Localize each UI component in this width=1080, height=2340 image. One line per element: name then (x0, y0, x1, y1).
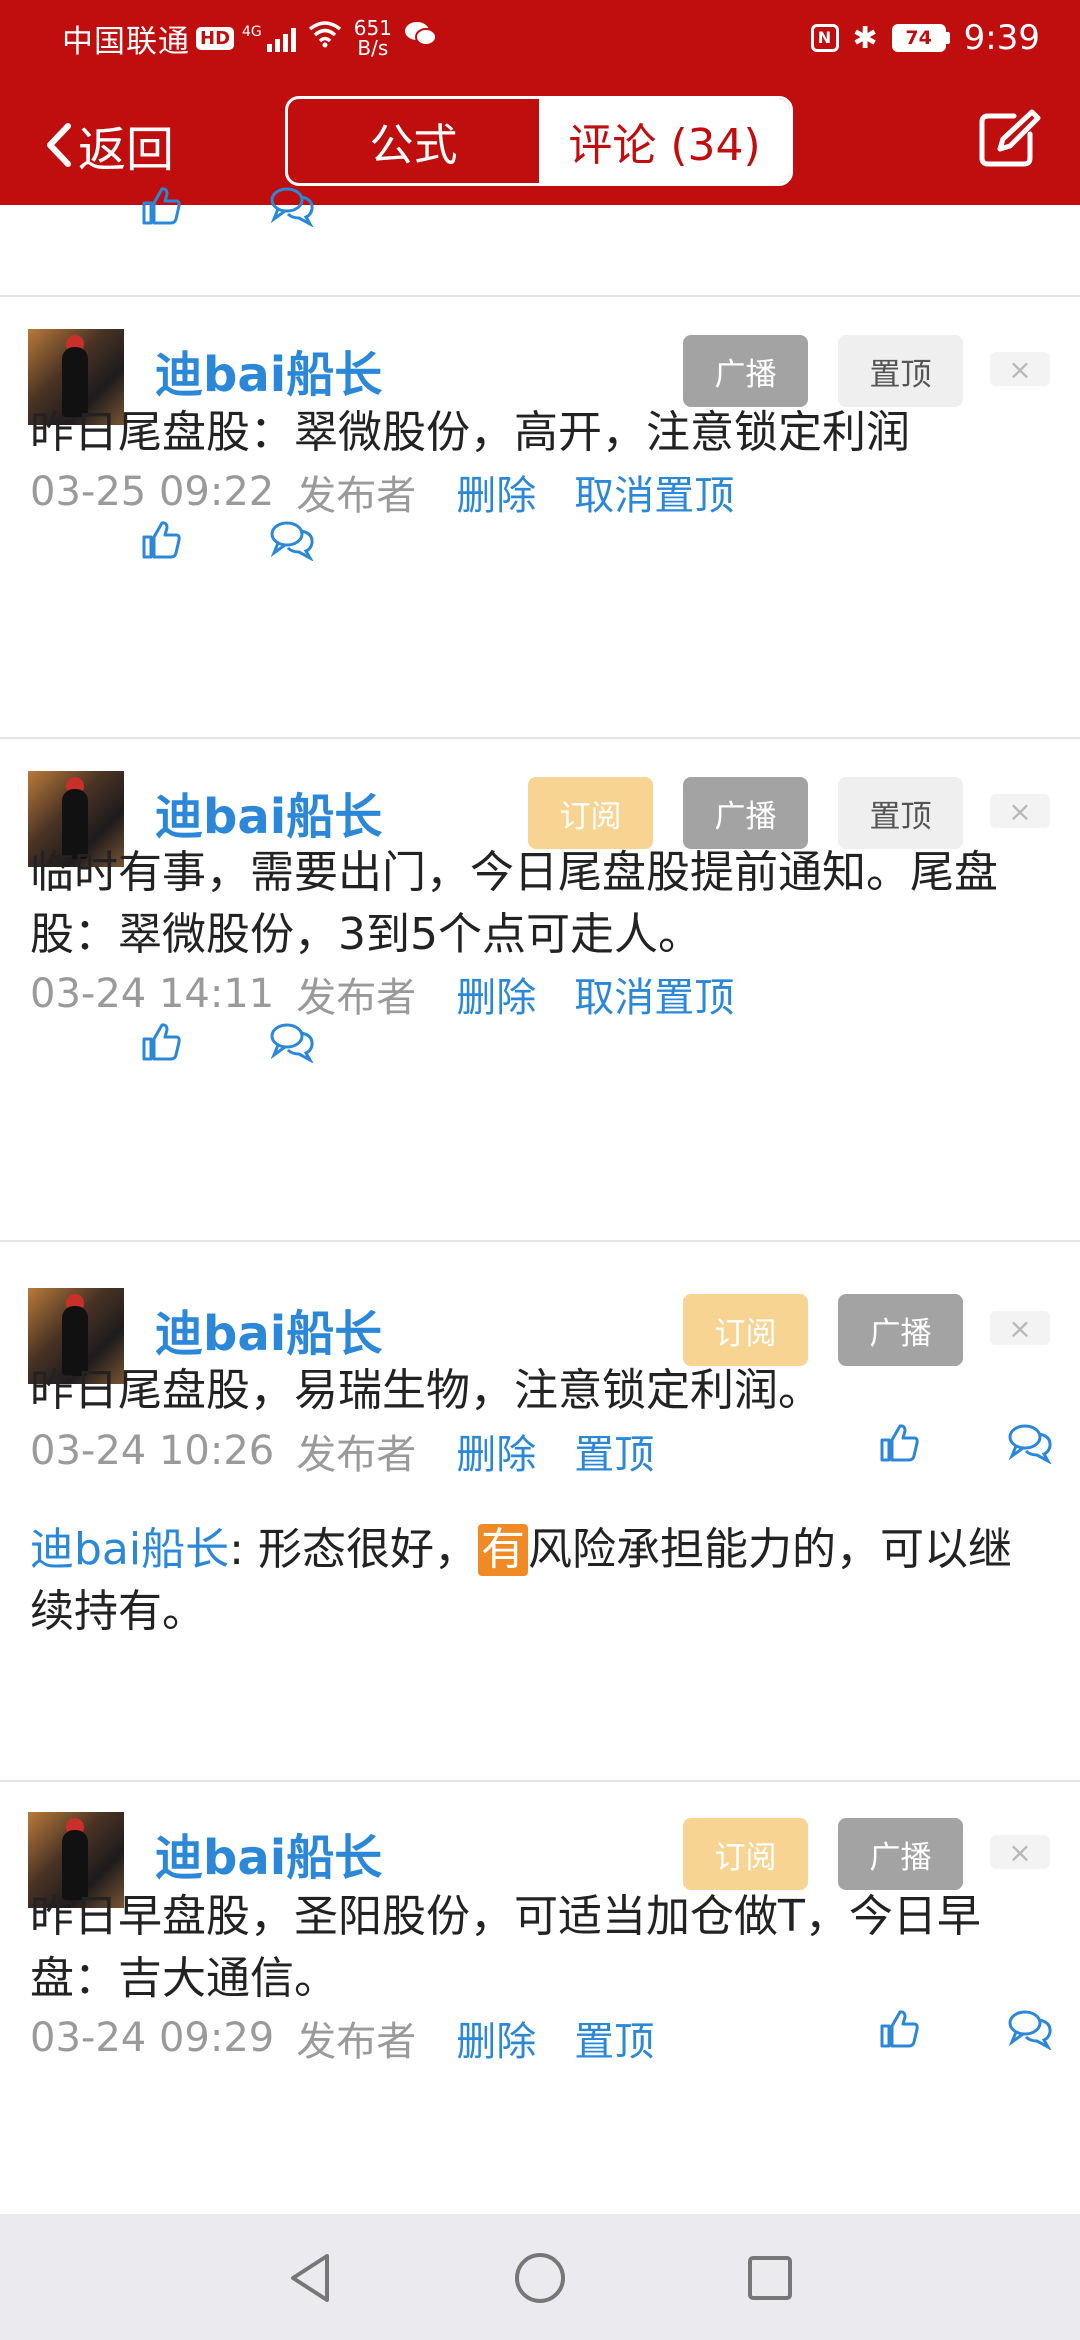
post-time: 03-25 09:22 (30, 469, 275, 515)
hd-badge: HD (196, 26, 235, 50)
nav-bar: 返回 公式 评论 (34) (0, 96, 1080, 188)
comment-icon[interactable] (268, 185, 316, 231)
comment-item: 迪bai船长 订阅 广播 × 昨日早盘股，圣阳股份，可适当加仓做T，今日早盘：吉… (0, 1782, 1080, 2082)
comment-text: 临时有事，需要出门，今日尾盘股提前通知。尾盘股：翠微股份，3到5个点可走人。 (30, 847, 998, 960)
battery-icon: 74 (891, 24, 950, 52)
pin-button[interactable]: 置顶 (838, 335, 963, 407)
list-item-partial (0, 187, 1080, 297)
subscribe-button[interactable]: 订阅 (683, 1818, 808, 1890)
comment-meta: 03-24 14:11 发布者 删除 取消置顶 (30, 965, 734, 1023)
like-icon[interactable] (878, 2008, 920, 2054)
carrier-name: 中国联通 (62, 23, 190, 60)
unpin-link[interactable]: 取消置顶 (574, 965, 734, 1023)
delete-link[interactable]: 删除 (456, 463, 536, 521)
nfc-icon: N (810, 24, 839, 52)
comment-icon[interactable] (268, 1021, 316, 1067)
username[interactable]: 迪bai船长 (155, 1294, 382, 1364)
segment-control: 公式 评论 (34) (285, 96, 793, 186)
comment-text: 昨日尾盘股，易瑞生物，注意锁定利润。 (30, 1365, 822, 1416)
post-time: 03-24 10:26 (30, 1428, 275, 1474)
like-icon[interactable] (140, 1021, 182, 1067)
speed-unit: B/s (357, 36, 389, 60)
post-time: 03-24 14:11 (30, 971, 275, 1017)
subscribe-button[interactable]: 订阅 (528, 777, 653, 849)
broadcast-button[interactable]: 广播 (838, 1818, 963, 1890)
status-bar: 中国联通 HD 4G 651 B/s N ✱ 74 9:39 (62, 18, 1040, 60)
like-icon[interactable] (140, 519, 182, 565)
broadcast-button[interactable]: 广播 (838, 1294, 963, 1366)
comment-meta: 03-24 09:29 发布者 删除 置顶 (30, 2009, 654, 2067)
status-right: N ✱ 74 9:39 (810, 18, 1040, 58)
recents-square-icon[interactable] (742, 2250, 798, 2310)
network-speed: 651 B/s (354, 18, 392, 58)
signal-icon: 4G (242, 24, 296, 52)
comment-item: 迪bai船长 广播 置顶 × 昨日尾盘股：翠微股份，高开，注意锁定利润 03-2… (0, 297, 1080, 739)
delete-link[interactable]: 删除 (456, 1422, 536, 1480)
publisher-label: 发布者 (296, 1432, 417, 1478)
wifi-icon (308, 20, 342, 56)
close-button[interactable]: × (990, 1311, 1050, 1345)
comment-meta: 03-24 10:26 发布者 删除 置顶 (30, 1422, 654, 1480)
network-type: 4G (242, 24, 262, 40)
reply-text: 迪bai船长: 形态很好，有风险承担能力的，可以继续持有。 (30, 1519, 1050, 1643)
comment-icon[interactable] (268, 519, 316, 565)
username[interactable]: 迪bai船长 (155, 335, 382, 405)
delete-link[interactable]: 删除 (456, 965, 536, 1023)
comment-item: 迪bai船长 订阅 广播 置顶 × 临时有事，需要出门，今日尾盘股提前通知。尾盘… (0, 739, 1080, 1242)
broadcast-button[interactable]: 广播 (683, 777, 808, 849)
bluetooth-icon: ✱ (852, 20, 878, 56)
pin-button[interactable]: 置顶 (838, 777, 963, 849)
close-button[interactable]: × (990, 794, 1050, 828)
edit-icon[interactable] (978, 108, 1042, 172)
pin-link[interactable]: 置顶 (574, 1422, 654, 1480)
reply-username[interactable]: 迪bai船长 (30, 1524, 229, 1575)
delete-link[interactable]: 删除 (456, 2009, 536, 2067)
comment-text: 昨日早盘股，圣阳股份，可适当加仓做T，今日早盘：吉大通信。 (30, 1891, 981, 2004)
post-time: 03-24 09:29 (30, 2015, 275, 2061)
publisher-label: 发布者 (296, 975, 417, 1021)
publisher-label: 发布者 (296, 473, 417, 519)
close-button[interactable]: × (990, 352, 1050, 386)
home-circle-icon[interactable] (512, 2250, 568, 2310)
highlight-badge: 有 (477, 1524, 528, 1576)
phone-screen: 中国联通 HD 4G 651 B/s N ✱ 74 9:39 返回 公式 评论 … (0, 0, 1080, 2340)
comment-list: 迪bai船长 广播 置顶 × 昨日尾盘股：翠微股份，高开，注意锁定利润 03-2… (0, 187, 1080, 2082)
app-header: 中国联通 HD 4G 651 B/s N ✱ 74 9:39 返回 公式 评论 … (0, 0, 1080, 205)
subscribe-button[interactable]: 订阅 (683, 1294, 808, 1366)
reply-separator: : (229, 1524, 244, 1575)
close-button[interactable]: × (990, 1835, 1050, 1869)
tab-comments[interactable]: 评论 (34) (539, 99, 790, 183)
wechat-icon (404, 20, 438, 56)
publisher-label: 发布者 (296, 2019, 417, 2065)
chevron-left-icon (47, 123, 71, 167)
comment-icon[interactable] (1006, 2008, 1054, 2054)
system-nav-bar (0, 2214, 1080, 2340)
like-icon[interactable] (878, 1422, 920, 1468)
comment-text: 昨日尾盘股：翠微股份，高开，注意锁定利润 (30, 407, 910, 458)
back-triangle-icon[interactable] (283, 2250, 339, 2310)
username[interactable]: 迪bai船长 (155, 777, 382, 847)
battery-level: 74 (891, 24, 946, 52)
back-button[interactable]: 返回 (44, 110, 174, 180)
broadcast-button[interactable]: 广播 (683, 335, 808, 407)
comment-item: 迪bai船长 订阅 广播 × 昨日尾盘股，易瑞生物，注意锁定利润。 03-24 … (0, 1242, 1080, 1782)
comment-icon[interactable] (1006, 1422, 1054, 1468)
clock: 9:39 (963, 18, 1040, 58)
username[interactable]: 迪bai船长 (155, 1818, 382, 1888)
comment-meta: 03-25 09:22 发布者 删除 取消置顶 (30, 463, 734, 521)
tab-formula[interactable]: 公式 (288, 99, 539, 183)
unpin-link[interactable]: 取消置顶 (574, 463, 734, 521)
back-label: 返回 (78, 122, 175, 178)
pin-link[interactable]: 置顶 (574, 2009, 654, 2067)
reply-text-start: 形态很好， (243, 1524, 478, 1575)
like-icon[interactable] (140, 185, 182, 231)
